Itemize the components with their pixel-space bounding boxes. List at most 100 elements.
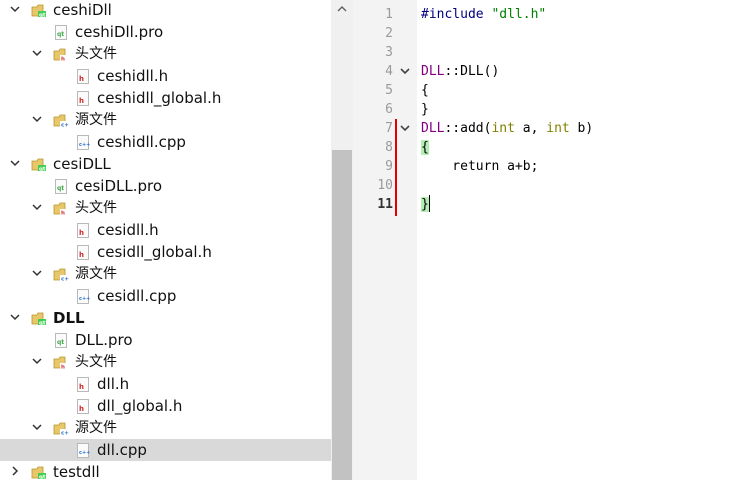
tree-item-label: ceshidll.cpp bbox=[97, 133, 186, 151]
tree-item[interactable]: h 头文件 bbox=[0, 197, 331, 219]
expand-chevron-down-icon[interactable] bbox=[31, 46, 43, 60]
code-line-6[interactable]: } bbox=[421, 100, 429, 119]
header-file-icon: h bbox=[77, 69, 89, 84]
sources-folder-icon: c+ bbox=[53, 267, 69, 283]
class-name: DLL bbox=[421, 64, 445, 79]
param: a, bbox=[514, 121, 547, 136]
cpp-file-icon: c++ bbox=[77, 135, 90, 150]
tree-item[interactable]: qt cesiDLL.pro bbox=[0, 175, 331, 197]
header-file-icon: h bbox=[77, 399, 89, 414]
sources-folder-icon: c+ bbox=[53, 113, 69, 129]
line-number: 5 bbox=[385, 83, 393, 98]
tree-item[interactable]: qt ceshiDll bbox=[0, 0, 331, 21]
text-cursor bbox=[429, 195, 430, 212]
tree-item-label: 源文件 bbox=[75, 112, 117, 128]
tree-item[interactable]: h dll_global.h bbox=[0, 395, 331, 417]
param-type: int bbox=[491, 121, 515, 136]
expand-chevron-down-icon[interactable] bbox=[31, 266, 43, 280]
expand-chevron-down-icon[interactable] bbox=[9, 2, 21, 16]
tree-item-label: 源文件 bbox=[75, 420, 117, 436]
expand-chevron-down-icon[interactable] bbox=[31, 420, 43, 434]
code-line-5[interactable]: { bbox=[421, 81, 429, 100]
sources-folder-icon: c+ bbox=[53, 421, 69, 437]
tree-item-label: ceshiDll bbox=[53, 1, 112, 19]
tree-item[interactable]: qt DLL bbox=[0, 307, 331, 329]
constructor: ::DLL() bbox=[444, 64, 500, 79]
header-file-icon: h bbox=[77, 377, 89, 392]
tree-item-label: dll.h bbox=[97, 375, 130, 393]
tree-item[interactable]: c+ 源文件 bbox=[0, 109, 331, 131]
headers-folder-icon: h bbox=[53, 201, 68, 217]
code-line-9[interactable]: return a+b; bbox=[421, 157, 538, 176]
header-file-icon: h bbox=[77, 91, 89, 106]
code-line-11[interactable]: } bbox=[421, 195, 429, 214]
code-line-1[interactable]: #include "dll.h" bbox=[421, 5, 546, 24]
expand-chevron-down-icon[interactable] bbox=[31, 112, 43, 126]
line-number: 11 bbox=[377, 197, 393, 212]
tree-item[interactable]: c++ ceshidll.cpp bbox=[0, 131, 331, 153]
line-number: 8 bbox=[385, 140, 393, 155]
param-type: int bbox=[546, 121, 570, 136]
expand-chevron-down-icon[interactable] bbox=[9, 310, 21, 324]
project-folder-icon: qt bbox=[31, 3, 46, 19]
tree-item-label: ceshidll_global.h bbox=[97, 89, 222, 107]
tree-item[interactable]: qt cesiDLL bbox=[0, 153, 331, 175]
code-line-8[interactable]: { bbox=[421, 138, 429, 157]
collapse-chevron-right-icon[interactable] bbox=[9, 464, 21, 478]
tree-item[interactable]: qt DLL.pro bbox=[0, 329, 331, 351]
fold-chevron-icon[interactable] bbox=[398, 121, 412, 135]
expand-chevron-down-icon[interactable] bbox=[31, 200, 43, 214]
pro-file-icon: qt bbox=[55, 179, 67, 194]
tree-item[interactable]: h ceshidll.h bbox=[0, 65, 331, 87]
tree-item-label: dll_global.h bbox=[97, 397, 183, 415]
code-line-4[interactable]: DLL::DLL() bbox=[421, 62, 499, 81]
cpp-file-icon: c++ bbox=[77, 289, 90, 304]
scrollbar-thumb[interactable] bbox=[332, 150, 352, 480]
expand-chevron-down-icon[interactable] bbox=[9, 156, 21, 170]
expand-chevron-down-icon[interactable] bbox=[31, 354, 43, 368]
tree-item-label: 源文件 bbox=[75, 266, 117, 282]
tree-item[interactable]: qt ceshiDll.pro bbox=[0, 21, 331, 43]
tree-item[interactable]: c++ dll.cpp bbox=[0, 439, 331, 461]
line-number: 10 bbox=[377, 178, 393, 193]
tree-scrollbar[interactable] bbox=[331, 0, 353, 480]
line-number: 6 bbox=[385, 102, 393, 117]
include-directive: #include bbox=[421, 7, 484, 22]
tree-item-label: 头文件 bbox=[75, 354, 117, 370]
tree-item[interactable]: c++ cesidll.cpp bbox=[0, 285, 331, 307]
cpp-file-icon: c++ bbox=[77, 443, 90, 458]
tree-item-label: 头文件 bbox=[75, 200, 117, 216]
tree-item-label: cesiDLL.pro bbox=[75, 177, 163, 195]
tree-item-label: ceshiDll.pro bbox=[75, 23, 164, 41]
project-tree[interactable]: qt ceshiDll qt ceshiDll.pro h 头文件 h ceshidll.h h… bbox=[0, 0, 331, 480]
tree-item[interactable]: h 头文件 bbox=[0, 43, 331, 65]
pro-file-icon: qt bbox=[55, 25, 67, 40]
code-line-7[interactable]: DLL::add(int a, int b) bbox=[421, 119, 593, 138]
tree-item[interactable]: h cesidll.h bbox=[0, 219, 331, 241]
tree-item[interactable]: qt testdll bbox=[0, 461, 331, 480]
tree-item[interactable]: h cesidll_global.h bbox=[0, 241, 331, 263]
class-name: DLL bbox=[421, 121, 445, 136]
method-name: ::add( bbox=[444, 121, 492, 136]
tree-item[interactable]: h ceshidll_global.h bbox=[0, 87, 331, 109]
tree-item-label: testdll bbox=[53, 463, 100, 480]
header-file-icon: h bbox=[77, 245, 89, 260]
tree-item[interactable]: c+ 源文件 bbox=[0, 263, 331, 285]
svg-text:h: h bbox=[61, 211, 65, 217]
headers-folder-icon: h bbox=[53, 47, 68, 63]
tree-item-label: cesidll.h bbox=[97, 221, 159, 239]
svg-text:c+: c+ bbox=[61, 277, 69, 283]
tree-item-label: DLL.pro bbox=[75, 331, 133, 349]
matched-brace: } bbox=[421, 197, 429, 212]
matched-brace: { bbox=[421, 140, 429, 155]
line-number: 7 bbox=[385, 121, 393, 136]
tree-item[interactable]: h dll.h bbox=[0, 373, 331, 395]
tree-item[interactable]: h 头文件 bbox=[0, 351, 331, 373]
svg-text:qt: qt bbox=[39, 167, 46, 173]
param: b) bbox=[569, 121, 594, 136]
tree-item[interactable]: c+ 源文件 bbox=[0, 417, 331, 439]
headers-folder-icon: h bbox=[53, 355, 68, 371]
line-number: 3 bbox=[385, 45, 393, 60]
fold-chevron-icon[interactable] bbox=[398, 64, 412, 78]
scroll-up-arrow-icon[interactable] bbox=[337, 6, 347, 12]
